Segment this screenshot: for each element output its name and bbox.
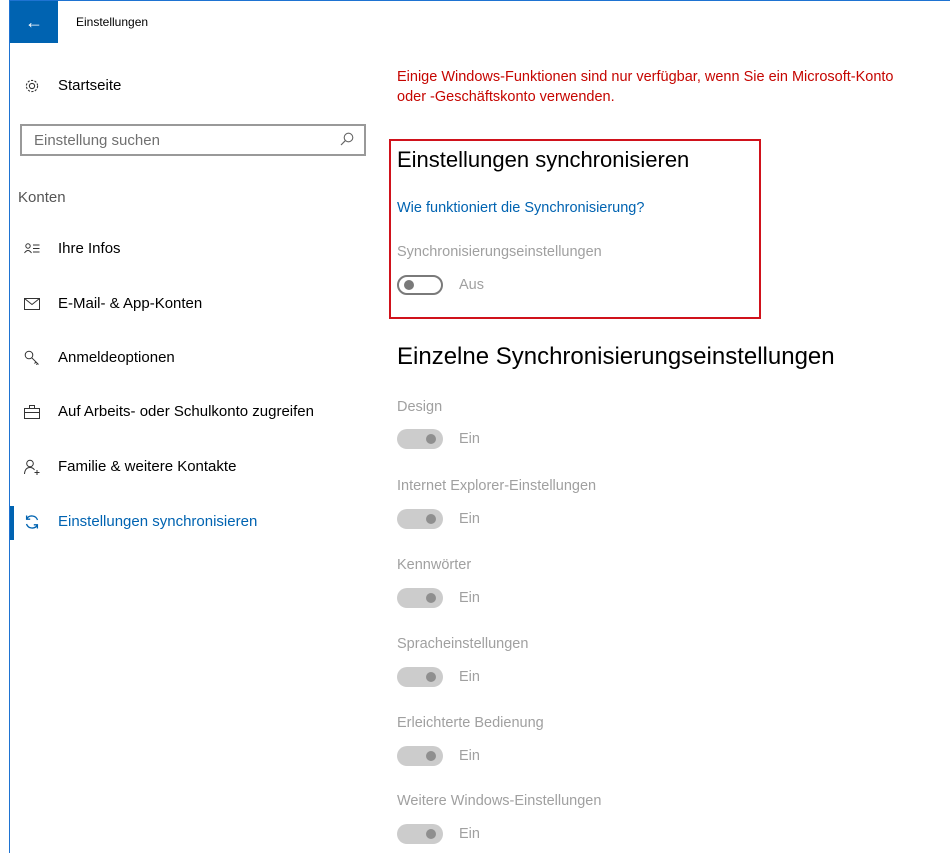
sidebar-item-label: Auf Arbeits- oder Schulkonto zugreifen [58, 403, 314, 420]
search-icon[interactable] [340, 132, 354, 146]
sidebar: Startseite Konten Ihre Infos E-Mail- & A… [10, 43, 370, 853]
toggle-row-passwords: Ein [397, 588, 480, 608]
toggle-state-label: Ein [459, 431, 480, 447]
toggle-row-design: Ein [397, 429, 480, 449]
sync-setting-label: Synchronisierungseinstellungen [397, 244, 602, 260]
sidebar-item-label: Einstellungen synchronisieren [58, 513, 258, 530]
sync-icon [24, 514, 40, 530]
setting-label-design: Design [397, 399, 443, 415]
setting-label-other: Weitere Windows-Einstellungen [397, 793, 602, 809]
person-add-icon [24, 459, 40, 475]
toggle-row-ie: Ein [397, 509, 480, 529]
accessibility-toggle [397, 746, 443, 766]
search-input[interactable] [34, 131, 324, 149]
language-toggle [397, 667, 443, 687]
sync-master-toggle[interactable] [397, 275, 443, 295]
account-warning: Einige Windows-Funktionen sind nur verfü… [397, 69, 894, 105]
toggle-knob [426, 829, 436, 839]
ie-settings-toggle [397, 509, 443, 529]
sidebar-item-label: E-Mail- & App-Konten [58, 295, 203, 312]
setting-label-language: Spracheinstellungen [397, 636, 529, 652]
toggle-state-label: Ein [459, 826, 480, 842]
active-indicator [10, 506, 14, 540]
briefcase-icon [24, 404, 40, 420]
main-content: Einige Windows-Funktionen sind nur verfü… [388, 43, 948, 853]
toggle-state-label: Aus [459, 277, 484, 293]
arrow-left-icon: ← [25, 11, 43, 32]
toggle-state-label: Ein [459, 511, 480, 527]
toggle-row-language: Ein [397, 667, 480, 687]
design-toggle [397, 429, 443, 449]
passwords-toggle [397, 588, 443, 608]
home-label: Startseite [58, 77, 122, 94]
sidebar-item-ihre-infos[interactable]: Ihre Infos [24, 240, 121, 257]
person-list-icon [24, 241, 40, 257]
toggle-state-label: Ein [459, 590, 480, 606]
sidebar-item-familie[interactable]: Familie & weitere Kontakte [24, 458, 236, 475]
window-title: Einstellungen [76, 15, 149, 29]
back-button[interactable]: ← [10, 1, 58, 43]
sidebar-item-arbeitskonto[interactable]: Auf Arbeits- oder Schulkonto zugreifen [24, 403, 314, 420]
toggle-row-other: Ein [397, 824, 480, 844]
gear-icon [24, 78, 40, 94]
toggle-knob [426, 751, 436, 761]
sidebar-item-anmeldeoptionen[interactable]: Anmeldeoptionen [24, 349, 175, 366]
home-link[interactable]: Startseite [24, 77, 121, 94]
individual-section-title: Einzelne Synchronisierungseinstellungen [397, 343, 835, 370]
sidebar-item-email[interactable]: E-Mail- & App-Konten [24, 295, 202, 312]
sidebar-item-label: Familie & weitere Kontakte [58, 458, 237, 475]
setting-label-accessibility: Erleichterte Bedienung [397, 715, 544, 731]
sync-toggle-row: Aus [397, 275, 484, 295]
group-label-konten: Konten [18, 189, 66, 206]
setting-label-ie: Internet Explorer-Einstellungen [397, 478, 597, 494]
toggle-row-accessibility: Ein [397, 746, 480, 766]
sync-help-link[interactable]: Wie funktioniert die Synchronisierung? [397, 200, 644, 216]
setting-label-passwords: Kennwörter [397, 557, 472, 573]
toggle-knob [426, 514, 436, 524]
toggle-state-label: Ein [459, 748, 480, 764]
sync-section-title: Einstellungen synchronisieren [397, 147, 690, 172]
search-box[interactable] [20, 124, 366, 156]
toggle-knob [426, 434, 436, 444]
sidebar-item-label: Ihre Infos [58, 240, 121, 257]
sidebar-item-label: Anmeldeoptionen [58, 349, 175, 366]
toggle-state-label: Ein [459, 669, 480, 685]
toggle-knob [426, 672, 436, 682]
key-icon [24, 350, 40, 366]
toggle-knob [404, 280, 414, 290]
other-windows-toggle [397, 824, 443, 844]
toggle-knob [426, 593, 436, 603]
mail-icon [24, 296, 40, 312]
title-bar: ← Einstellungen [10, 1, 950, 43]
sidebar-item-sync[interactable]: Einstellungen synchronisieren [24, 513, 257, 530]
